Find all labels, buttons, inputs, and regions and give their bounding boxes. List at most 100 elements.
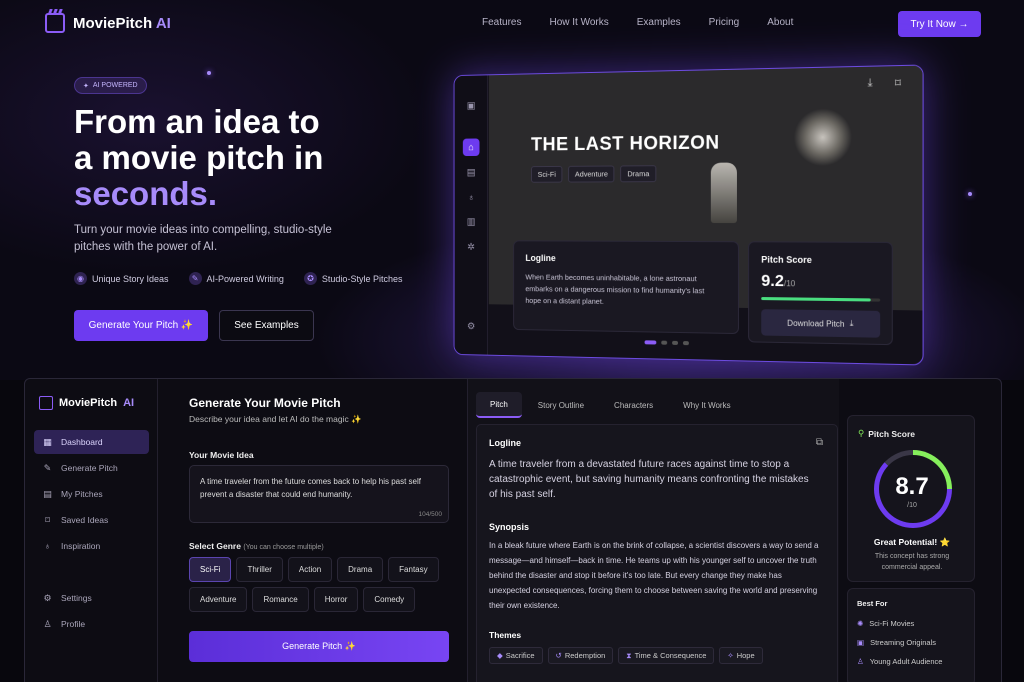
nav-link-how-it-works[interactable]: How It Works [549, 17, 608, 28]
best-for-card: Best For ✺ Sci-Fi Movies ▣ Streaming Origi… [847, 588, 975, 682]
feature-label: AI-Powered Writing [206, 273, 284, 284]
copy-icon[interactable]: ⧉ [816, 437, 823, 448]
tab-story-outline[interactable]: Story Outline [524, 392, 598, 418]
try-it-now-button[interactable]: Try It Now → [898, 11, 981, 37]
sidebar-item-my-pitches[interactable]: ▤ My Pitches [34, 482, 149, 506]
sidebar-item-profile[interactable]: ♙ Profile [34, 612, 149, 636]
see-examples-button[interactable]: See Examples [219, 310, 314, 341]
ai-powered-badge: ✦ AI POWERED [74, 77, 147, 94]
genre-label-text: Select Genre [189, 541, 241, 551]
sidebar-item-saved-ideas[interactable]: ⌑ Saved Ideas [34, 508, 149, 532]
logline-heading: Logline [489, 438, 521, 448]
download-pitch-button[interactable]: Download Pitch ⤓ [761, 309, 881, 338]
idea-label: Your Movie Idea [189, 450, 254, 460]
pitch-score-card: ⚲ Pitch Score 8.7 /10 Great Potential! ⭐ … [847, 415, 975, 582]
generate-panel: Generate Your Movie Pitch Describe your … [189, 379, 449, 682]
feature-label: Unique Story Ideas [92, 273, 169, 284]
app-brand-ai: AI [123, 397, 135, 409]
pitch-score-value: 8.7 [895, 473, 929, 500]
brand-logo[interactable]: MoviePitch AI [45, 13, 171, 33]
document-icon[interactable]: ▤ [463, 164, 480, 182]
genre-hint: (You can choose multiple) [243, 544, 324, 551]
genre-chip-fantasy[interactable]: Fantasy [388, 557, 439, 582]
sparkle-icon: ✧ [727, 651, 734, 660]
genre-tag: Sci-Fi [531, 165, 563, 183]
hero-title-highlight: seconds. [74, 175, 218, 212]
astronaut-figure [710, 162, 737, 224]
nav-link-examples[interactable]: Examples [637, 17, 681, 28]
lightbulb-icon: ◉ [74, 272, 87, 285]
sidebar-item-inspiration[interactable]: ♁ Inspiration [34, 534, 149, 558]
feature-unique-story: ◉ Unique Story Ideas [74, 272, 169, 285]
dashboard-icon: ▦ [43, 436, 52, 447]
genre-chip-thriller[interactable]: Thriller [236, 557, 283, 582]
top-nav: MoviePitch AI Features How It Works Exam… [0, 0, 1024, 46]
nav-link-pricing[interactable]: Pricing [709, 17, 740, 28]
bookmark-icon[interactable]: ⌑ [895, 76, 901, 90]
theme-label: Hope [736, 651, 755, 660]
sidebar-item-generate-pitch[interactable]: ✎ Generate Pitch [34, 456, 149, 480]
generate-subtitle: Describe your idea and let AI do the mag… [189, 414, 362, 424]
logline-text: A time traveler from a devastated future… [489, 459, 809, 500]
right-column: ⚲ Pitch Score 8.7 /10 Great Potential! ⭐ … [845, 379, 1001, 682]
score-value: 9.2/10 [761, 273, 795, 292]
badge-label: AI POWERED [92, 82, 138, 89]
nav-link-features[interactable]: Features [482, 17, 521, 28]
carousel-dots[interactable] [644, 340, 689, 346]
score-max: /10 [783, 279, 796, 289]
bookmark-icon: ⌑ [45, 514, 50, 525]
score-heading: Pitch Score [761, 254, 812, 266]
genre-chip-romance[interactable]: Romance [252, 587, 309, 612]
generate-your-pitch-button[interactable]: Generate Your Pitch ✨ [74, 310, 208, 341]
genre-chip-horror[interactable]: Horror [313, 587, 359, 612]
brand-ai: AI [155, 14, 171, 32]
score-bar-fill [761, 297, 871, 302]
hero-subtitle: Turn your movie ideas into compelling, s… [74, 224, 332, 253]
sidebar-item-label: Saved Ideas [61, 515, 109, 525]
logline-text: When Earth becomes uninhabitable, a lone… [525, 272, 705, 306]
app-brand: MoviePitch [59, 397, 118, 409]
theme-tag: ✧ Hope [719, 647, 763, 664]
themes-heading: Themes [489, 630, 522, 640]
genre-chip-action[interactable]: Action [287, 557, 333, 582]
feature-studio-style: ✪ Studio-Style Pitches [303, 272, 402, 285]
sidebar-item-dashboard[interactable]: ▦ Dashboard [34, 430, 149, 454]
genre-chip-comedy[interactable]: Comedy [363, 587, 416, 612]
score-bar [761, 297, 881, 302]
genre-chip-sci-fi[interactable]: Sci-Fi [189, 557, 232, 582]
hourglass-icon: ⧗ [626, 650, 632, 660]
app-logo[interactable]: MoviePitch AI [39, 396, 134, 410]
feature-ai-writing: ✎ AI-Powered Writing [188, 272, 284, 285]
pen-icon: ✎ [188, 272, 202, 285]
film-icon: ▣ [857, 638, 865, 647]
generate-pitch-button[interactable]: Generate Pitch ✨ [189, 631, 449, 662]
score-card: Pitch Score 9.2/10 Download Pitch ⤓ [748, 241, 893, 346]
genre-chip-adventure[interactable]: Adventure [189, 587, 248, 612]
hero-title-line-2: a movie pitch in [74, 139, 324, 176]
home-icon[interactable]: ⌂ [462, 138, 480, 157]
sidebar-item-label: Generate Pitch [61, 463, 118, 473]
genre-chip-drama[interactable]: Drama [337, 557, 384, 582]
download-label: Download Pitch [787, 318, 845, 329]
sidebar-item-settings[interactable]: ⚙ Settings [34, 586, 149, 610]
genre-label: Select Genre (You can choose multiple) [189, 541, 324, 551]
sidebar-item-label: Settings [61, 593, 92, 603]
hero-title-line-1: From an idea to [74, 103, 320, 140]
movie-idea-textarea[interactable]: A time traveler from the future comes ba… [189, 465, 449, 523]
tab-why-it-works[interactable]: Why It Works [669, 392, 744, 418]
preview-sidebar: ▣ ⌂ ▤ ♁ ▥ ✲ ⚙ [454, 75, 488, 355]
gear-icon[interactable]: ✲ [463, 238, 480, 255]
lightbulb-icon[interactable]: ♁ [463, 189, 480, 206]
theme-tag: ◆ Sacrifice [489, 647, 543, 664]
theme-label: Sacrifice [505, 651, 535, 660]
download-icon[interactable]: ⤓ [868, 77, 873, 90]
sidebar-item-label: Dashboard [61, 437, 103, 447]
nav-link-about[interactable]: About [767, 17, 793, 28]
theme-tag: ↺ Redemption [547, 647, 614, 664]
hero-title: From an idea to a movie pitch in seconds… [74, 104, 374, 212]
gear-icon: ⚙ [43, 592, 52, 603]
settings-icon[interactable]: ⚙ [463, 317, 480, 335]
bookmark-doc-icon[interactable]: ▥ [463, 213, 480, 230]
tab-characters[interactable]: Characters [600, 392, 667, 418]
tab-pitch[interactable]: Pitch [476, 392, 522, 418]
